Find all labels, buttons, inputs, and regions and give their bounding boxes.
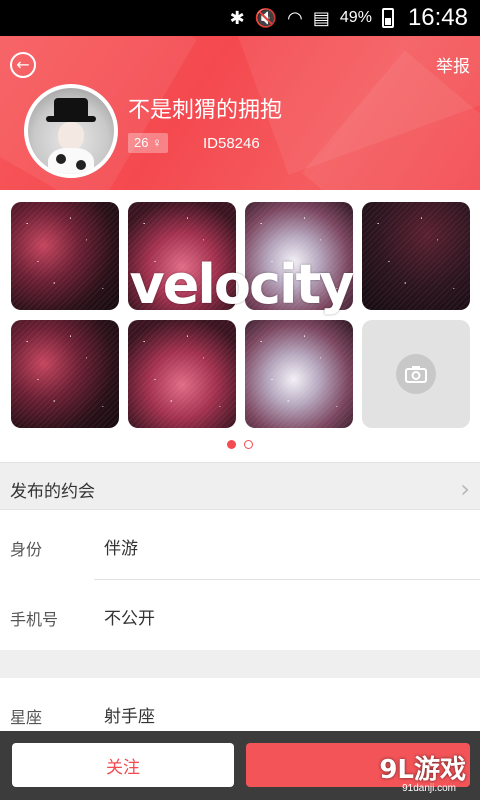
add-photo-button[interactable] bbox=[362, 320, 470, 428]
sim-icon: ▤ bbox=[312, 7, 330, 29]
field-label: 星座 bbox=[10, 708, 43, 727]
battery-icon bbox=[381, 8, 394, 28]
posted-dates-row[interactable]: 发布的约会 › bbox=[0, 462, 480, 510]
avatar-panda-toy bbox=[48, 148, 94, 174]
field-value: 伴游 bbox=[104, 539, 138, 559]
avatar[interactable] bbox=[24, 84, 118, 178]
field-value: 射手座 bbox=[104, 707, 155, 727]
gallery-photo[interactable] bbox=[11, 202, 119, 310]
info-row-identity: 身份 伴游 bbox=[0, 510, 480, 580]
profile-info-block: 身份 伴游 手机号 不公开 bbox=[0, 510, 480, 650]
age-gender-badge: 26 ♀ bbox=[128, 133, 168, 153]
gallery-photo[interactable] bbox=[128, 320, 236, 428]
mute-icon: 🔇 bbox=[254, 7, 278, 29]
back-button[interactable]: ← bbox=[10, 52, 36, 78]
profile-header: ← 举报 不是刺猬的拥抱 26 ♀ ID58246 bbox=[0, 36, 480, 190]
posted-dates-label: 发布的约会 bbox=[10, 482, 95, 502]
gallery-pager bbox=[0, 440, 480, 449]
battery-percent: 49% bbox=[339, 9, 372, 26]
field-label: 身份 bbox=[10, 540, 43, 559]
pager-dot-active[interactable] bbox=[227, 440, 236, 449]
avatar-face bbox=[58, 122, 84, 150]
camera-icon bbox=[396, 354, 436, 394]
status-time: 16:48 bbox=[407, 4, 468, 31]
back-arrow-icon: ← bbox=[16, 55, 30, 74]
velocity-banner: velocity bbox=[129, 252, 355, 316]
watermark-site: 91danji.com bbox=[402, 783, 456, 794]
profile-info-block-2: 星座 射手座 bbox=[0, 678, 480, 731]
avatar-panda-spot bbox=[76, 160, 86, 170]
gallery-photo[interactable] bbox=[11, 320, 119, 428]
info-row-phone: 手机号 不公开 bbox=[0, 580, 480, 650]
photo-gallery: velocity bbox=[0, 190, 480, 462]
field-value: 不公开 bbox=[104, 609, 155, 629]
user-id: ID58246 bbox=[203, 135, 260, 152]
report-button[interactable]: 举报 bbox=[436, 52, 470, 77]
watermark-logo: 9L游戏 bbox=[379, 755, 466, 785]
user-nickname: 不是刺猬的拥抱 bbox=[128, 98, 283, 123]
field-label: 手机号 bbox=[10, 610, 59, 629]
gallery-photo[interactable] bbox=[245, 320, 353, 428]
gallery-photo[interactable] bbox=[362, 202, 470, 310]
wifi-icon: ◠ bbox=[287, 7, 303, 29]
status-bar: ✱ 🔇 ◠ ▤ 49% 16:48 bbox=[0, 0, 480, 36]
pager-dot[interactable] bbox=[244, 440, 253, 449]
chevron-right-icon: › bbox=[460, 475, 470, 503]
avatar-panda-spot bbox=[56, 154, 66, 164]
bottom-action-bar: 关注 9L游戏 91danji.com bbox=[0, 731, 480, 800]
bluetooth-icon: ✱ bbox=[229, 7, 245, 29]
follow-button[interactable]: 关注 bbox=[12, 743, 234, 787]
